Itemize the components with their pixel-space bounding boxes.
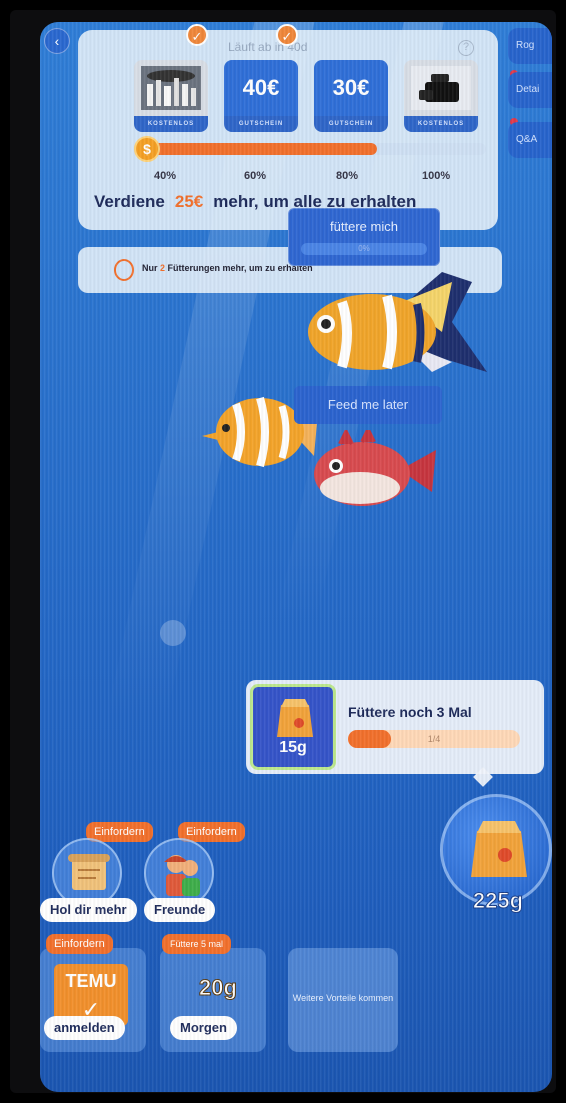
- side-button-details[interactable]: Detai: [508, 72, 552, 108]
- milestone-label: 80%: [336, 170, 359, 182]
- reward-progress-track: [146, 143, 486, 155]
- pufferfish[interactable]: [310, 430, 440, 510]
- help-icon[interactable]: ?: [458, 40, 474, 56]
- reward-progress-fill: [146, 143, 378, 155]
- feed-me-label: füttere mich: [330, 219, 398, 234]
- bubble: [160, 620, 186, 646]
- friends-icon: [164, 855, 200, 896]
- food-bag-icon: [277, 699, 313, 737]
- milestone-label: 100%: [422, 170, 451, 182]
- reward-tile-30[interactable]: 30€ GUTSCHEIN: [314, 60, 388, 132]
- reward-card: Läuft ab in 40d ? KOSTENLOS ✓ 40€ GUTSCH…: [78, 24, 498, 230]
- feed-progress-bar: 1/4: [348, 730, 520, 748]
- feed-me-tooltip[interactable]: füttere mich 0%: [288, 208, 440, 266]
- reward-gram-amount: 20g: [199, 975, 238, 1001]
- feed-five-times-badge: Füttere 5 mal: [162, 934, 232, 954]
- food-tile[interactable]: 15g: [250, 684, 336, 770]
- skyline-image: [134, 60, 208, 116]
- side-button-qa[interactable]: Q&A: [508, 122, 552, 158]
- reward-tile-device[interactable]: KOSTENLOS: [404, 60, 478, 132]
- more-benefits-text: Weitere Vorteile kommen: [292, 993, 394, 1003]
- reward-tile-40[interactable]: 40€ GUTSCHEIN: [224, 60, 298, 132]
- side-button-rog[interactable]: Rog: [508, 28, 552, 64]
- milestone-label: 40%: [154, 170, 177, 182]
- feed-me-later-tooltip[interactable]: Feed me later: [294, 386, 442, 424]
- feed-remaining-title: Füttere noch 3 Mal: [348, 704, 472, 720]
- feed-me-progress: 0%: [301, 243, 427, 255]
- voucher-value: 40€: [224, 60, 298, 116]
- notice-text: Nur 2 Fütterungen mehr, um zu erhalten: [142, 263, 313, 273]
- more-benefits-card: Weitere Vorteile kommen: [288, 948, 398, 1052]
- tile-band: KOSTENLOS: [404, 116, 478, 132]
- game-screen: ‹ Läuft ab in 40d ? KOSTENLOS ✓ 40€ GUTS…: [40, 22, 552, 1092]
- tile-band: GUTSCHEIN: [314, 116, 388, 132]
- reward-tile-skyline[interactable]: KOSTENLOS: [134, 60, 208, 132]
- sign-in-button[interactable]: anmelden: [44, 1016, 125, 1040]
- claim-badge[interactable]: Einfordern: [46, 934, 113, 954]
- friends-button[interactable]: Freunde: [144, 898, 216, 922]
- check-icon: ✓: [276, 24, 298, 46]
- tile-band: GUTSCHEIN: [224, 116, 298, 132]
- check-icon: ✓: [186, 24, 208, 46]
- scroll-icon: [68, 854, 110, 890]
- voucher-value: 30€: [314, 60, 388, 116]
- food-amount: 15g: [279, 739, 307, 756]
- tomorrow-button[interactable]: Morgen: [170, 1016, 237, 1040]
- milestone-label: 60%: [244, 170, 267, 182]
- temu-logo: TEMU: [65, 971, 117, 991]
- feed-progress-card: 15g Füttere noch 3 Mal 1/4: [246, 680, 544, 774]
- back-button[interactable]: ‹: [44, 28, 70, 54]
- food-bag-icon: [471, 821, 527, 877]
- dollar-coin-icon: $: [134, 136, 160, 162]
- tile-band: KOSTENLOS: [134, 116, 208, 132]
- earn-amount: 25€: [174, 192, 204, 211]
- earn-prefix: Verdiene: [94, 192, 165, 211]
- feed-progress-text: 1/4: [427, 734, 441, 744]
- device-icon: [411, 66, 471, 110]
- device-image: [404, 60, 478, 116]
- angelfish[interactable]: [302, 262, 492, 402]
- get-more-button[interactable]: Hol dir mehr: [40, 898, 137, 922]
- skyline-icon: [141, 66, 201, 110]
- food-stock-amount: 225g: [472, 888, 524, 914]
- expiry-timer: Läuft ab in 40d: [228, 40, 308, 54]
- alarm-clock-icon: [114, 259, 134, 281]
